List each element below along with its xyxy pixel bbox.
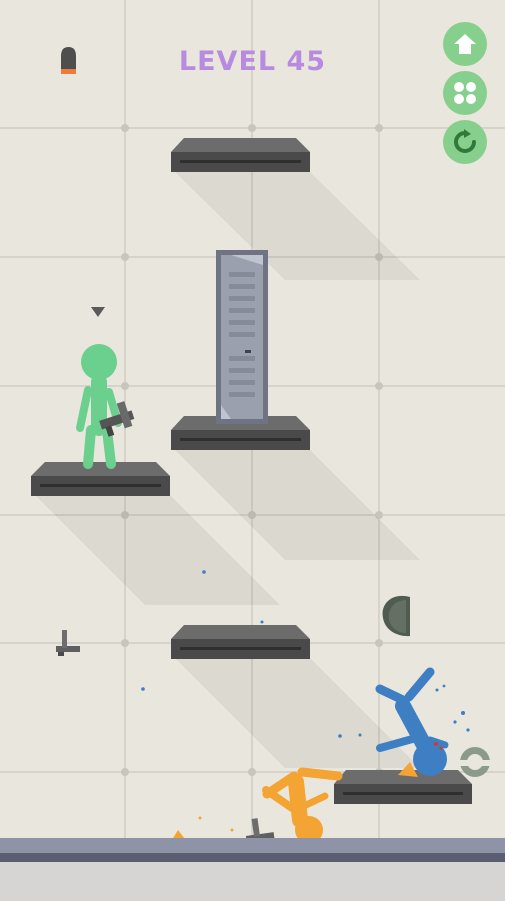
floor <box>0 838 505 901</box>
player-marker-icon <box>91 307 105 317</box>
metal-door <box>216 250 268 424</box>
level-title: LEVEL 45 <box>178 46 327 77</box>
grid-dots-icon <box>454 82 476 104</box>
platform-top <box>171 138 310 172</box>
enemy-orange-stickman <box>262 767 343 844</box>
platform-left <box>31 462 170 496</box>
restart-button[interactable] <box>443 120 487 164</box>
restart-icon <box>454 129 476 153</box>
platform-lower <box>171 625 310 659</box>
player-stickman[interactable] <box>76 344 122 469</box>
home-icon <box>454 34 476 54</box>
helmet-icon <box>382 595 410 637</box>
saw-blade-icon <box>460 747 490 777</box>
level-select-button[interactable] <box>443 71 487 115</box>
game-scene <box>0 0 505 901</box>
game-stage[interactable]: LEVEL 45 <box>0 0 505 901</box>
door-handle <box>245 350 251 353</box>
home-button[interactable] <box>443 22 487 66</box>
